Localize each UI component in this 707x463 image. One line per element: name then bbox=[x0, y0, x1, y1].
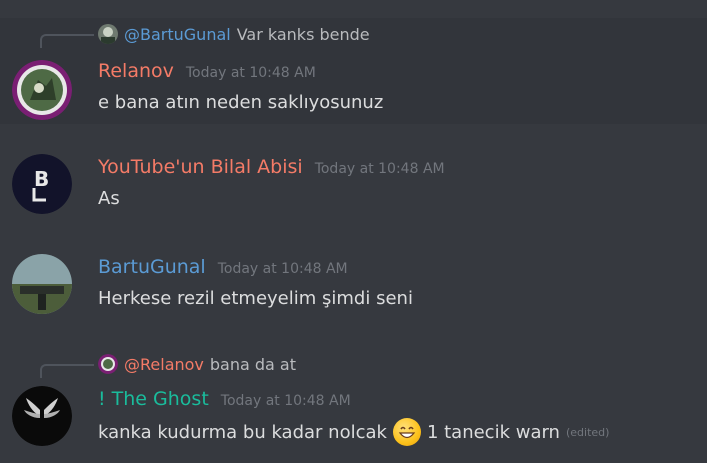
reply-text[interactable]: Var kanks bende bbox=[237, 25, 370, 44]
grinning-face-emoji[interactable] bbox=[392, 418, 421, 446]
timestamp: Today at 10:48 AM bbox=[185, 65, 316, 81]
reply-spine bbox=[40, 34, 94, 48]
avatar[interactable] bbox=[12, 254, 72, 314]
author-name[interactable]: YouTube'un Bilal Abisi bbox=[98, 156, 303, 178]
message-the-ghost[interactable]: @Relanov bana da at ! The Ghost Today at… bbox=[0, 348, 707, 460]
avatar[interactable] bbox=[12, 386, 72, 446]
reply-avatar[interactable] bbox=[98, 354, 118, 374]
author-name[interactable]: Relanov bbox=[98, 60, 174, 82]
message-bilal[interactable]: B YouTube'un Bilal Abisi Today at 10:48 … bbox=[0, 150, 707, 230]
author-name[interactable]: ! The Ghost bbox=[98, 388, 209, 410]
reply-avatar[interactable] bbox=[98, 24, 118, 44]
reply-author[interactable]: @Relanov bbox=[124, 355, 204, 374]
message-content: kanka kudurma bu kadar nolcak 1 tanecik … bbox=[98, 418, 609, 446]
message-text: As bbox=[98, 188, 120, 209]
reply-spine bbox=[40, 364, 94, 378]
message-bartugunal[interactable]: BartuGunal Today at 10:48 AM Herkese rez… bbox=[0, 250, 707, 330]
avatar[interactable] bbox=[12, 60, 72, 120]
message-content: e bana atın neden saklıyosunuz bbox=[98, 92, 383, 113]
reply-author[interactable]: @BartuGunal bbox=[124, 25, 231, 44]
timestamp: Today at 10:48 AM bbox=[220, 393, 351, 409]
message-text-after-emoji: 1 tanecik warn bbox=[426, 421, 560, 443]
reply-preview[interactable]: @BartuGunal Var kanks bende bbox=[0, 22, 707, 48]
avatar[interactable]: B bbox=[12, 154, 72, 214]
timestamp: Today at 10:48 AM bbox=[314, 161, 445, 177]
reply-preview[interactable]: @Relanov bana da at bbox=[0, 352, 707, 378]
timestamp: Today at 10:48 AM bbox=[217, 261, 348, 277]
author-name[interactable]: BartuGunal bbox=[98, 256, 206, 278]
message-content: Herkese rezil etmeyelim şimdi seni bbox=[98, 288, 413, 309]
message-content: As bbox=[98, 188, 120, 209]
message-text: kanka kudurma bu kadar nolcak bbox=[98, 421, 387, 443]
message-relanov[interactable]: @BartuGunal Var kanks bende Relanov Toda… bbox=[0, 18, 707, 124]
edited-indicator: (edited) bbox=[565, 425, 610, 439]
svg-text:B: B bbox=[34, 167, 49, 191]
chat-messages: @BartuGunal Var kanks bende Relanov Toda… bbox=[0, 0, 707, 463]
message-text: e bana atın neden saklıyosunuz bbox=[98, 92, 384, 113]
reply-text[interactable]: bana da at bbox=[210, 355, 296, 374]
message-text: Herkese rezil etmeyelim şimdi seni bbox=[98, 288, 413, 309]
